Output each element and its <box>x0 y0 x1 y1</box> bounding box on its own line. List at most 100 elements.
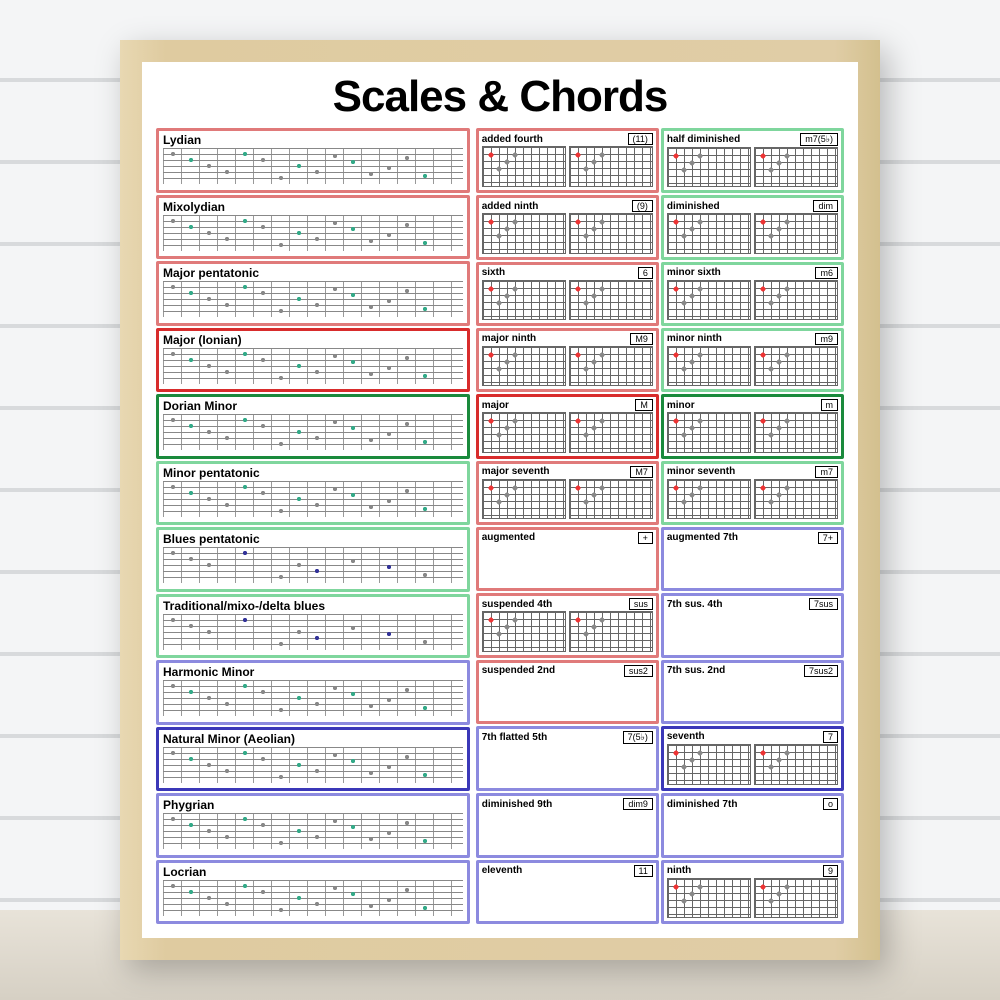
scale-name: Mixolydian <box>163 200 463 214</box>
chord-diagram <box>754 213 838 253</box>
chord-block: major M <box>476 394 659 458</box>
chord-name: augmented 7th <box>667 532 738 543</box>
chord-diagrams <box>667 213 838 253</box>
chord-name: 7th sus. 2nd <box>667 665 725 676</box>
chord-diagram <box>754 744 838 785</box>
chord-diagram <box>754 147 838 187</box>
chord-symbol: 7sus2 <box>804 665 838 677</box>
fretboard-diagram <box>163 414 463 450</box>
chord-symbol: (9) <box>632 200 653 212</box>
chord-header: 7th sus. 2nd 7sus2 <box>667 665 838 677</box>
poster-columns: LydianMixolydianMajor pentatonicMajor (I… <box>156 128 844 924</box>
scale-name: Locrian <box>163 865 463 879</box>
chord-block: diminished 7tho <box>661 793 844 857</box>
chord-diagram <box>569 611 653 651</box>
chord-diagrams <box>667 678 838 718</box>
chord-header: 7th flatted 5th7(5♭) <box>482 731 653 744</box>
chord-header: major M <box>482 399 653 411</box>
scale-name: Major pentatonic <box>163 266 463 280</box>
chord-block: suspended 4thsus <box>476 593 659 657</box>
chord-diagram <box>569 146 653 187</box>
chord-name: ninth <box>667 865 691 876</box>
scale-name: Phygrian <box>163 798 463 812</box>
chord-block: major ninthM9 <box>476 328 659 392</box>
chord-symbol: m7(5♭) <box>800 133 838 146</box>
chord-diagram <box>667 479 751 519</box>
chord-symbol: m9 <box>815 333 838 345</box>
chord-symbol: M9 <box>630 333 653 345</box>
chord-name: minor ninth <box>667 333 722 344</box>
chord-name: added fourth <box>482 134 543 145</box>
scale-block: Major pentatonic <box>156 261 470 326</box>
scale-name: Minor pentatonic <box>163 466 463 480</box>
fretboard-diagram <box>163 281 463 317</box>
chord-name: eleventh <box>482 865 523 876</box>
chord-symbol: dim9 <box>623 798 653 810</box>
chord-symbol: (11) <box>628 133 653 145</box>
scale-name: Dorian Minor <box>163 399 463 413</box>
chord-block: sixth 6 <box>476 262 659 326</box>
chord-diagrams <box>482 346 653 386</box>
chord-symbol: M7 <box>630 466 653 478</box>
chord-diagrams <box>482 811 653 851</box>
chord-header: minorm <box>667 399 838 411</box>
chord-diagram <box>754 878 838 918</box>
chord-name: major <box>482 400 509 411</box>
chord-name: 7th sus. 4th <box>667 599 723 610</box>
chord-header: half diminishedm7(5♭) <box>667 133 838 146</box>
scale-block: Mixolydian <box>156 195 470 260</box>
chord-diagrams <box>482 878 653 918</box>
chord-diagrams <box>667 878 838 918</box>
chord-diagram <box>482 146 566 187</box>
chord-header: sixth 6 <box>482 267 653 279</box>
chord-name: suspended 4th <box>482 599 553 610</box>
chord-diagrams <box>667 811 838 851</box>
scale-block: Lydian <box>156 128 470 193</box>
chord-block: 7th sus. 2nd 7sus2 <box>661 660 844 724</box>
chord-diagrams <box>482 611 653 651</box>
chord-block: diminisheddim <box>661 195 844 259</box>
poster-frame: Scales & Chords LydianMixolydianMajor pe… <box>120 40 880 960</box>
chord-name: diminished <box>667 201 720 212</box>
chord-block: ninth9 <box>661 860 844 924</box>
chord-diagrams <box>667 280 838 320</box>
chord-header: major seventhM7 <box>482 466 653 478</box>
chord-block: seventh 7 <box>661 726 844 791</box>
chord-name: added ninth <box>482 201 539 212</box>
chord-symbol: m7 <box>815 466 838 478</box>
scale-name: Blues pentatonic <box>163 532 463 546</box>
chord-diagram <box>482 213 566 253</box>
chord-block: suspended 2ndsus2 <box>476 660 659 724</box>
fretboard-diagram <box>163 747 463 783</box>
chord-name: suspended 2nd <box>482 665 555 676</box>
chord-symbol: 6 <box>638 267 653 279</box>
scale-name: Traditional/mixo-/delta blues <box>163 599 463 613</box>
chord-block: half diminishedm7(5♭) <box>661 128 844 193</box>
chord-diagram <box>482 611 566 651</box>
chord-name: augmented <box>482 532 535 543</box>
chord-diagrams <box>482 412 653 452</box>
fretboard-diagram <box>163 614 463 650</box>
chord-diagrams <box>667 147 838 187</box>
chord-diagram <box>569 213 653 253</box>
chord-diagrams <box>667 545 838 585</box>
fretboard-diagram <box>163 148 463 184</box>
chord-name: 7th flatted 5th <box>482 732 548 743</box>
chord-block: eleventh11 <box>476 860 659 924</box>
chord-symbol: M <box>635 399 653 411</box>
chord-diagrams <box>482 280 653 320</box>
chord-symbol: 7 <box>823 731 838 743</box>
chord-header: minor sixthm6 <box>667 267 838 279</box>
chord-name: seventh <box>667 731 705 742</box>
chord-block: minorm <box>661 394 844 458</box>
chord-diagrams <box>482 678 653 718</box>
chord-name: sixth <box>482 267 505 278</box>
chord-diagram <box>667 213 751 253</box>
chord-symbol: + <box>638 532 653 544</box>
poster: Scales & Chords LydianMixolydianMajor pe… <box>142 62 858 938</box>
chord-diagrams <box>482 146 653 187</box>
chord-diagram <box>569 479 653 519</box>
chord-diagram <box>569 280 653 320</box>
fretboard-diagram <box>163 813 463 849</box>
chord-header: diminisheddim <box>667 200 838 212</box>
